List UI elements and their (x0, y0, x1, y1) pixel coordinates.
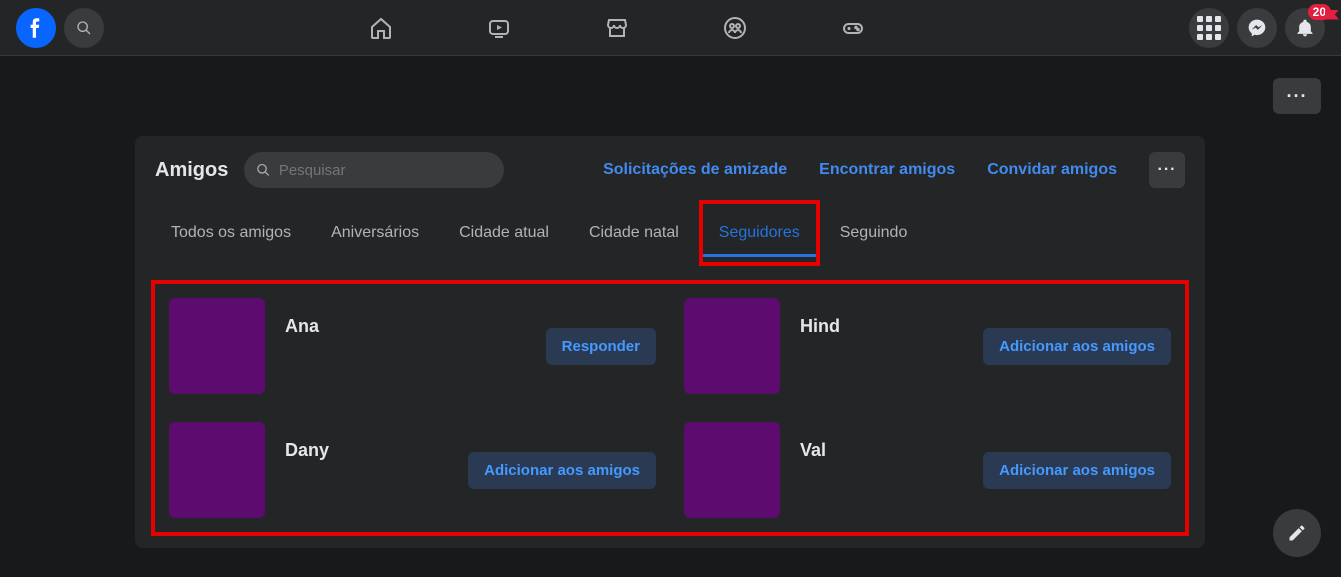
friends-more-button[interactable]: ··· (1149, 152, 1185, 188)
followers-grid-highlight: Ana Responder Hind Adicionar aos amigos … (155, 284, 1185, 532)
nav-watch[interactable] (444, 0, 554, 56)
follower-name[interactable]: Ana (285, 316, 526, 337)
menu-button[interactable] (1189, 8, 1229, 48)
follower-name[interactable]: Dany (285, 440, 448, 461)
nav-groups[interactable] (680, 0, 790, 56)
add-friend-button[interactable]: Adicionar aos amigos (983, 452, 1171, 489)
friends-search[interactable] (244, 152, 504, 188)
respond-button[interactable]: Responder (546, 328, 656, 365)
follower-card: Val Adicionar aos amigos (680, 418, 1175, 522)
compose-icon (1287, 523, 1307, 543)
follower-card: Ana Responder (165, 294, 660, 398)
friends-header: Amigos Solicitações de amizade Encontrar… (155, 152, 1185, 188)
followers-grid: Ana Responder Hind Adicionar aos amigos … (165, 294, 1175, 522)
tab-followers[interactable]: Seguidores (711, 212, 808, 254)
follower-card: Hind Adicionar aos amigos (680, 294, 1175, 398)
nav-center (44, 0, 1189, 56)
header-links: Solicitações de amizade Encontrar amigos… (603, 152, 1185, 188)
notifications-button[interactable]: 20 (1285, 8, 1325, 48)
nav-right: 20 (1189, 8, 1325, 48)
link-friend-requests[interactable]: Solicitações de amizade (603, 161, 787, 179)
nav-marketplace[interactable] (562, 0, 672, 56)
profile-sub-bar: ··· (0, 56, 1341, 136)
follower-card: Dany Adicionar aos amigos (165, 418, 660, 522)
messenger-button[interactable] (1237, 8, 1277, 48)
avatar[interactable] (684, 298, 780, 394)
profile-more-button[interactable]: ··· (1273, 78, 1321, 114)
tab-birthdays[interactable]: Aniversários (331, 212, 419, 254)
follower-name[interactable]: Val (800, 440, 963, 461)
add-friend-button[interactable]: Adicionar aos amigos (983, 328, 1171, 365)
tab-current-city[interactable]: Cidade atual (459, 212, 549, 254)
avatar[interactable] (169, 298, 265, 394)
badge-ribbon (1325, 10, 1339, 20)
friends-section: Amigos Solicitações de amizade Encontrar… (135, 136, 1205, 548)
nav-home[interactable] (326, 0, 436, 56)
grid-icon (1197, 16, 1221, 40)
search-icon (256, 162, 270, 178)
avatar[interactable] (169, 422, 265, 518)
tab-all-friends[interactable]: Todos os amigos (171, 212, 291, 254)
friends-search-input[interactable] (279, 162, 493, 179)
avatar[interactable] (684, 422, 780, 518)
nav-gaming[interactable] (798, 0, 908, 56)
page-title: Amigos (155, 159, 228, 182)
follower-name[interactable]: Hind (800, 316, 963, 337)
add-friend-button[interactable]: Adicionar aos amigos (468, 452, 656, 489)
link-find-friends[interactable]: Encontrar amigos (819, 161, 955, 179)
top-nav: 20 (0, 0, 1341, 56)
compose-button[interactable] (1273, 509, 1321, 557)
tab-hometown[interactable]: Cidade natal (589, 212, 679, 254)
link-invite-friends[interactable]: Convidar amigos (987, 161, 1117, 179)
tab-following[interactable]: Seguindo (840, 212, 908, 254)
friends-tabs: Todos os amigos Aniversários Cidade atua… (155, 212, 1185, 254)
